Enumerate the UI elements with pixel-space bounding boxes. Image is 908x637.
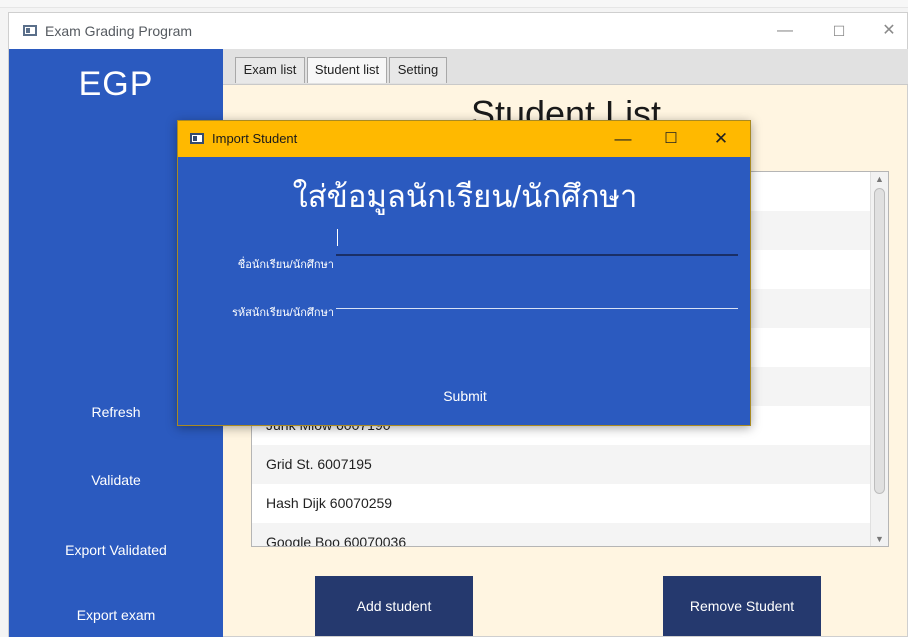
dialog-titlebar: Import Student — ☐ ✕ bbox=[178, 121, 750, 157]
student-name-label: ชื่อนักเรียน/นักศึกษา bbox=[237, 259, 334, 271]
add-student-button[interactable]: Add student bbox=[315, 576, 473, 636]
import-student-dialog: Import Student — ☐ ✕ ใส่ข้อมูลนักเรียน/น… bbox=[177, 120, 751, 426]
tab-exam-list[interactable]: Exam list bbox=[235, 57, 305, 83]
list-item[interactable]: Google Boo 60070036 bbox=[252, 523, 870, 546]
scroll-up-icon[interactable]: ▲ bbox=[871, 172, 888, 186]
student-id-label: รหัสนักเรียน/นักศึกษา bbox=[232, 307, 334, 319]
dialog-minimize-icon[interactable]: — bbox=[602, 125, 644, 153]
window-title: Exam Grading Program bbox=[45, 23, 193, 39]
remove-student-button[interactable]: Remove Student bbox=[663, 576, 821, 636]
list-item[interactable]: Grid St. 6007195 bbox=[252, 445, 870, 484]
scroll-down-icon[interactable]: ▼ bbox=[871, 532, 888, 546]
export-exam-button[interactable]: Export exam bbox=[9, 598, 223, 632]
dialog-heading: ใส่ข้อมูลนักเรียน/นักศึกษา bbox=[292, 179, 638, 214]
list-item[interactable]: Hash Dijk 60070259 bbox=[252, 484, 870, 523]
tab-bar: Exam list Student list Setting bbox=[223, 49, 908, 85]
scroll-thumb[interactable] bbox=[874, 188, 885, 494]
close-icon[interactable]: ✕ bbox=[869, 19, 908, 43]
tab-student-list[interactable]: Student list bbox=[307, 57, 387, 83]
validate-button[interactable]: Validate bbox=[9, 463, 223, 497]
titlebar: Exam Grading Program — ☐ ✕ bbox=[9, 13, 907, 49]
dialog-title: Import Student bbox=[212, 131, 298, 146]
student-name-field[interactable] bbox=[336, 232, 738, 256]
minimize-icon[interactable]: — bbox=[765, 19, 805, 43]
screen: Exam Grading Program — ☐ ✕ EGP Refresh V… bbox=[0, 0, 908, 637]
text-caret bbox=[337, 229, 338, 246]
export-validated-button[interactable]: Export Validated bbox=[9, 533, 223, 567]
dialog-maximize-icon[interactable]: ☐ bbox=[650, 125, 692, 153]
background-strip bbox=[0, 0, 908, 8]
dialog-app-icon bbox=[190, 133, 204, 144]
maximize-icon[interactable]: ☐ bbox=[819, 19, 859, 43]
student-id-field[interactable] bbox=[336, 285, 738, 309]
dialog-close-icon[interactable]: ✕ bbox=[700, 125, 742, 153]
brand-logo: EGP bbox=[78, 65, 154, 103]
list-scrollbar[interactable]: ▲ ▼ bbox=[870, 172, 888, 546]
app-icon bbox=[23, 25, 37, 36]
submit-button[interactable]: Submit bbox=[178, 383, 752, 409]
tab-setting[interactable]: Setting bbox=[389, 57, 447, 83]
